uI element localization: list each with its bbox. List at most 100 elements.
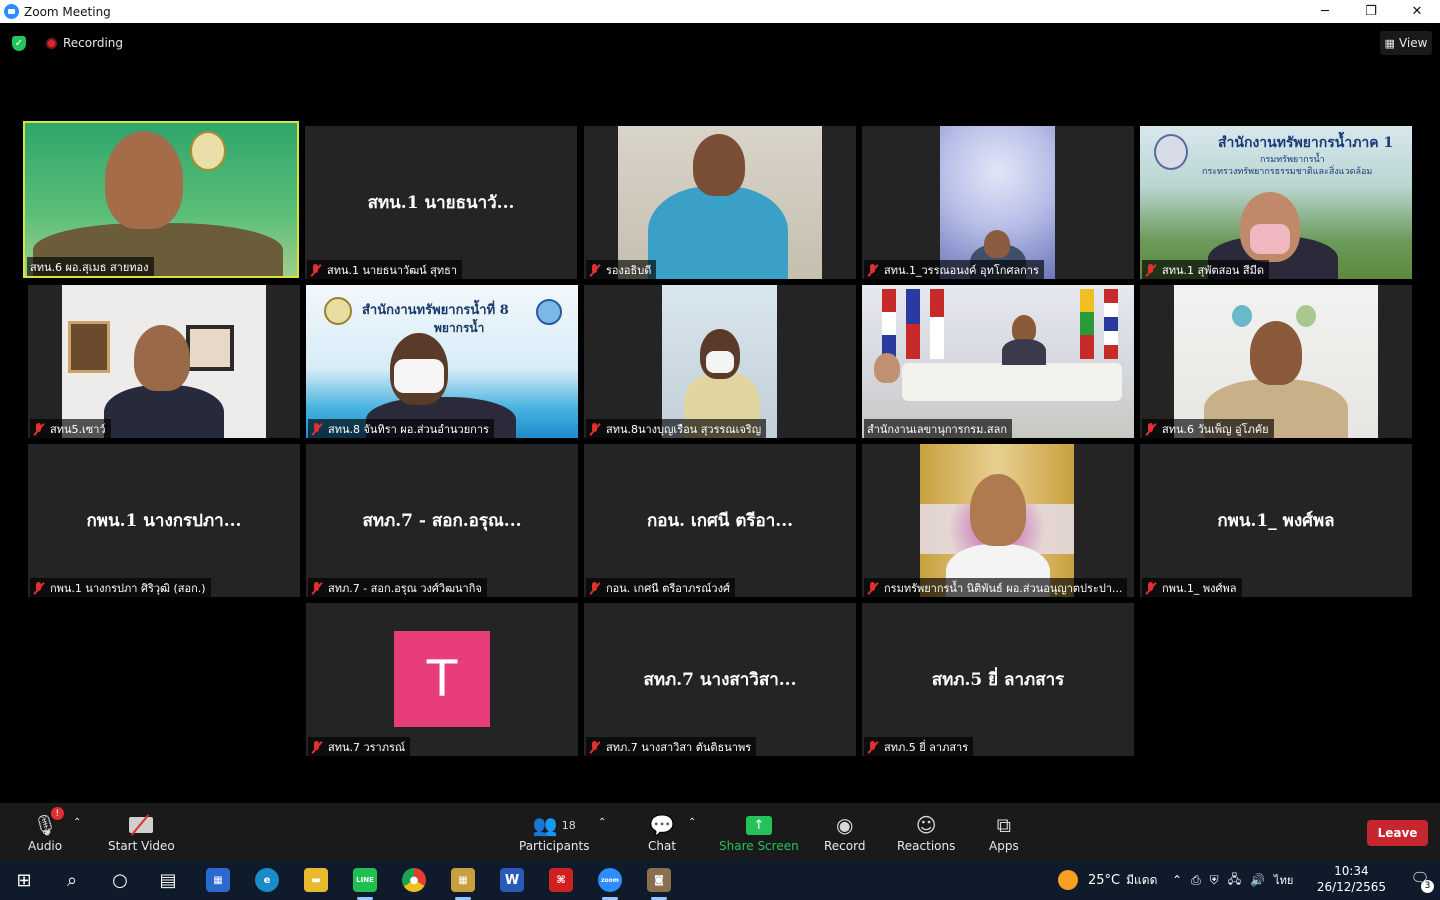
acrobat-icon[interactable]: ⌘ [541,866,581,894]
weather-widget[interactable]: 25°C มีแดด [1058,860,1157,900]
participant-name-label: สทน.6 ผอ.สุเมธ สายทอง [27,257,154,276]
participants-button[interactable]: 👥 18 Participants [519,811,590,853]
view-button[interactable]: ▦ View [1380,31,1432,55]
banner-subtitle: พยากรน้ำ [434,321,485,335]
participant-name-label: สทน5.เซาว์ [30,419,111,438]
video-off-icon [129,811,154,839]
participant-name-label: สทน.8 จันทิรา ผอ.ส่วนอำนวยการ [308,419,494,438]
close-button[interactable]: ✕ [1394,0,1440,23]
line-app-icon[interactable]: LINE [345,866,385,900]
video-tile[interactable]: กอน. เกศนี ตรีอา... กอน. เกศนี ตรีอาภรณ์… [584,444,856,597]
video-tile[interactable]: สทน.6 ผอ.สุเมธ สายทอง [23,121,299,278]
chat-button[interactable]: 💬 Chat [648,811,676,853]
store-icon[interactable]: ▦ [198,866,238,894]
zoom-logo-icon [4,4,19,19]
participant-display-name: สทภ.7 นางสาวิสา... [643,670,797,690]
camera-app-icon[interactable]: ◙ [639,866,679,900]
video-feed [62,285,266,438]
portrait-frame [186,325,234,371]
mic-muted-icon [589,422,600,435]
meeting-topbar: ✓ Recording ▦ View [0,23,1440,63]
participants-icon: 👥 18 [532,813,576,837]
video-tile[interactable]: สำนักงานทรัพยากรน้ำภาค 1 กรมทรัพยากรน้ำ … [1140,126,1412,279]
mic-muted-icon [589,581,600,594]
video-feed [25,123,297,276]
maximize-button[interactable]: ❐ [1348,0,1394,23]
video-feed [618,126,822,279]
input-language[interactable]: ไทย [1274,871,1293,889]
leave-button[interactable]: Leave [1367,820,1428,846]
window-titlebar: Zoom Meeting ─ ❐ ✕ [0,0,1440,23]
mic-muted-icon [33,422,44,435]
notifications-icon[interactable]: 🗨 3 [1408,869,1434,893]
video-feed [662,285,777,438]
video-tile[interactable]: สทภ.7 - สอก.อรุณ... สทภ.7 - สอก.อรุณ วงศ… [306,444,578,597]
windows-start-icon[interactable]: ⊞ [4,866,44,894]
video-tile[interactable]: สำนักงานเลขานุการกรม.สลก [862,285,1134,438]
participant-name-label: สทน.7 วราภรณ์ [308,737,411,756]
video-tile[interactable]: สทน5.เซาว์ [28,285,300,438]
notifications-count: 3 [1421,880,1434,893]
video-tile[interactable]: สทน.6 วันเพ็ญ อู่โภคัย [1140,285,1412,438]
photos-app-icon[interactable]: ▦ [443,866,483,900]
clock-time: 10:34 [1334,864,1369,878]
window-controls: ─ ❐ ✕ [1302,0,1440,23]
zoom-app-icon[interactable]: zoom [590,866,630,900]
security-icon[interactable]: ⛨ [1210,873,1219,888]
seal-emblem-icon [190,131,226,171]
search-icon[interactable]: ⌕ [52,866,92,894]
volume-icon[interactable]: 🔊 [1250,873,1265,887]
chat-options-caret-icon[interactable]: ⌃ [688,817,696,828]
file-explorer-icon[interactable]: ▬ [296,866,336,894]
participant-name-label: สทน.8นางบุญเรือน สุวรรณเจริญ [586,419,767,438]
record-button[interactable]: ◉ Record [824,811,865,853]
video-tile[interactable]: สทภ.5 ยี่ ลาภสาร สทภ.5 ยี่ ลาภสาร [862,603,1134,756]
view-label: View [1398,36,1428,50]
video-tile[interactable]: สทน.8นางบุญเรือน สุวรรณเจริญ [584,285,856,438]
audio-warning-badge: ! [50,807,64,820]
video-tile[interactable]: กพน.1_ พงศ์พล กพน.1_ พงศ์พล [1140,444,1412,597]
meet-now-icon[interactable]: ⎙ [1191,873,1201,888]
avatar: T [394,631,490,727]
minimize-button[interactable]: ─ [1302,0,1348,23]
encryption-shield-icon[interactable]: ✓ [12,36,26,51]
edge-icon[interactable]: e [247,866,287,894]
video-feed: สำนักงานทรัพยากรน้ำภาค 1 กรมทรัพยากรน้ำ … [1140,126,1412,279]
mic-muted-icon [867,740,878,753]
word-icon[interactable]: W [492,866,532,894]
video-tile[interactable]: T สทน.7 วราภรณ์ [306,603,578,756]
participant-name-label: สทน.1 นายธนาวัฒน์ สุทธา [307,260,463,279]
taskbar-clock[interactable]: 10:34 26/12/2565 [1317,863,1386,895]
video-tile[interactable]: รองอธิบดี [584,126,856,279]
video-feed [940,126,1055,279]
face-mask [394,359,444,393]
apps-icon: ⧉ [996,813,1011,837]
system-tray: ⌃ ⎙ ⛨ 🖧 🔊 ไทย [1172,860,1293,900]
participant-name-label: รองอธิบดี [586,260,657,279]
recording-label[interactable]: Recording [63,36,123,50]
video-tile[interactable]: สทภ.7 นางสาวิสา... สทภ.7 นางสาวิสา ตันติ… [584,603,856,756]
participants-options-caret-icon[interactable]: ⌃ [598,817,606,828]
participant-display-name: กพน.1 นางกรปภา... [86,511,242,531]
apps-button[interactable]: ⧉ Apps [989,811,1019,853]
video-feed [862,285,1134,438]
video-tile[interactable]: สำนักงานทรัพยากรน้ำที่ 8 พยากรน้ำ สทน.8 … [306,285,578,438]
audio-options-caret-icon[interactable]: ⌃ [73,817,81,828]
mic-muted-icon [33,581,44,594]
video-tile[interactable]: สทน.1 นายธนาวั... สทน.1 นายธนาวัฒน์ สุทธ… [305,126,577,279]
audio-button[interactable]: 🎙! Audio [28,807,64,853]
flag [906,289,920,359]
video-tile[interactable]: กพน.1 นางกรปภา... กพน.1 นางกรปภา ศิริวุฒ… [28,444,300,597]
cortana-icon[interactable]: ○ [100,866,140,894]
show-hidden-icons-chevron-icon[interactable]: ⌃ [1172,873,1182,887]
start-video-button[interactable]: Start Video [108,811,175,853]
task-view-icon[interactable]: ▤ [148,866,188,894]
network-icon[interactable]: 🖧 [1228,870,1241,891]
video-tile[interactable]: สทน.1_วรรณอนงค์ อุทโกศลการ [862,126,1134,279]
share-screen-button[interactable]: ↑ Share Screen [719,811,799,853]
chrome-icon[interactable]: ● [394,866,434,894]
reactions-button[interactable]: ☺ Reactions [897,811,955,853]
video-tile[interactable]: กรมทรัพยากรน้ำ นิติพันธ์ ผอ.ส่วนอนุญาตปร… [862,444,1134,597]
participant-name-label: กรมทรัพยากรน้ำ นิติพันธ์ ผอ.ส่วนอนุญาตปร… [864,578,1128,597]
banner-subtitle-2: กระทรวงทรัพยากรธรรมชาติและสิ่งแวดล้อม [1202,167,1373,177]
